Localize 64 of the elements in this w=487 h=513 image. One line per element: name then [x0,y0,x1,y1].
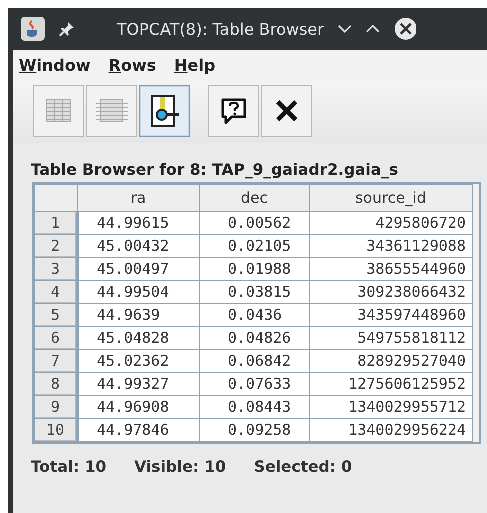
column-header[interactable]: dec [200,184,310,212]
close-icon [274,99,298,123]
chevron-up-icon[interactable] [366,24,380,34]
row-number: 1 [34,212,78,234]
search-icon [148,94,180,128]
row-number: 5 [34,304,78,326]
menu-item[interactable]: Window [19,56,91,75]
table-cell: 1275606125952 [310,372,472,396]
toolbar-button[interactable] [208,85,259,137]
table-cell: 44.9639 [78,304,200,326]
table-cell: 0.0436 [200,304,310,326]
menu-item[interactable]: Help [174,56,216,75]
table-cell: 0.06842 [200,350,310,372]
table-cell: 0.08443 [200,396,310,418]
table-cell: 45.04828 [78,326,200,350]
table-cell: 0.09258 [200,418,310,442]
java-cup-icon [21,17,45,41]
table-cell: 44.99504 [78,280,200,304]
panel-title: Table Browser for 8: TAP_9_gaiadr2.gaia_s [30,160,400,181]
row-number: 3 [34,258,78,280]
status-text: Total: 10 [31,458,107,476]
table-cell: 0.01988 [200,258,310,280]
table-cell: 828929527040 [310,350,472,372]
row-number: 2 [34,234,78,258]
toolbar-button[interactable] [261,85,312,137]
table-cell: 4295806720 [310,212,472,234]
pin-icon[interactable] [59,21,75,37]
table-cell: 34361129088 [310,234,472,258]
table-cell: 44.97846 [78,418,200,442]
column-header[interactable]: source_id [310,184,472,212]
status-text: Selected: 0 [254,458,352,476]
chevron-down-icon[interactable] [338,24,352,34]
row-number: 6 [34,326,78,350]
table-cell: 45.02362 [78,350,200,372]
table-cell: 1340029955712 [310,396,472,418]
table-cell: 0.04826 [200,326,310,350]
toolbar-button[interactable] [139,85,190,137]
row-number: 9 [34,396,78,418]
window-title: TOPCAT(8): Table Browser [117,20,324,38]
status-text: Visible: 10 [134,458,226,476]
row-number: 4 [34,280,78,304]
table-cell: 0.03815 [200,280,310,304]
help-icon [220,97,248,125]
table-icon [94,98,128,124]
table-cell: 0.00562 [200,212,310,234]
table-cell: 0.02105 [200,234,310,258]
table-cell: 549755818112 [310,326,472,350]
row-number: 7 [34,350,78,372]
table-cell: 343597448960 [310,304,472,326]
table-cell: 309238066432 [310,280,472,304]
table-cell: 44.96908 [78,396,200,418]
row-number: 10 [34,418,78,442]
table-cell: 44.99615 [78,212,200,234]
table-cell: 1340029956224 [310,418,472,442]
table-cell: 45.00432 [78,234,200,258]
table-icon [44,98,74,124]
table-cell: 0.07633 [200,372,310,396]
row-number: 8 [34,372,78,396]
column-header[interactable]: ra [78,184,200,212]
close-icon[interactable] [394,17,416,41]
table-cell: 44.99327 [78,372,200,396]
menu-item[interactable]: Rows [108,56,156,75]
table-cell: 38655544960 [310,258,472,280]
table-cell: 45.00497 [78,258,200,280]
